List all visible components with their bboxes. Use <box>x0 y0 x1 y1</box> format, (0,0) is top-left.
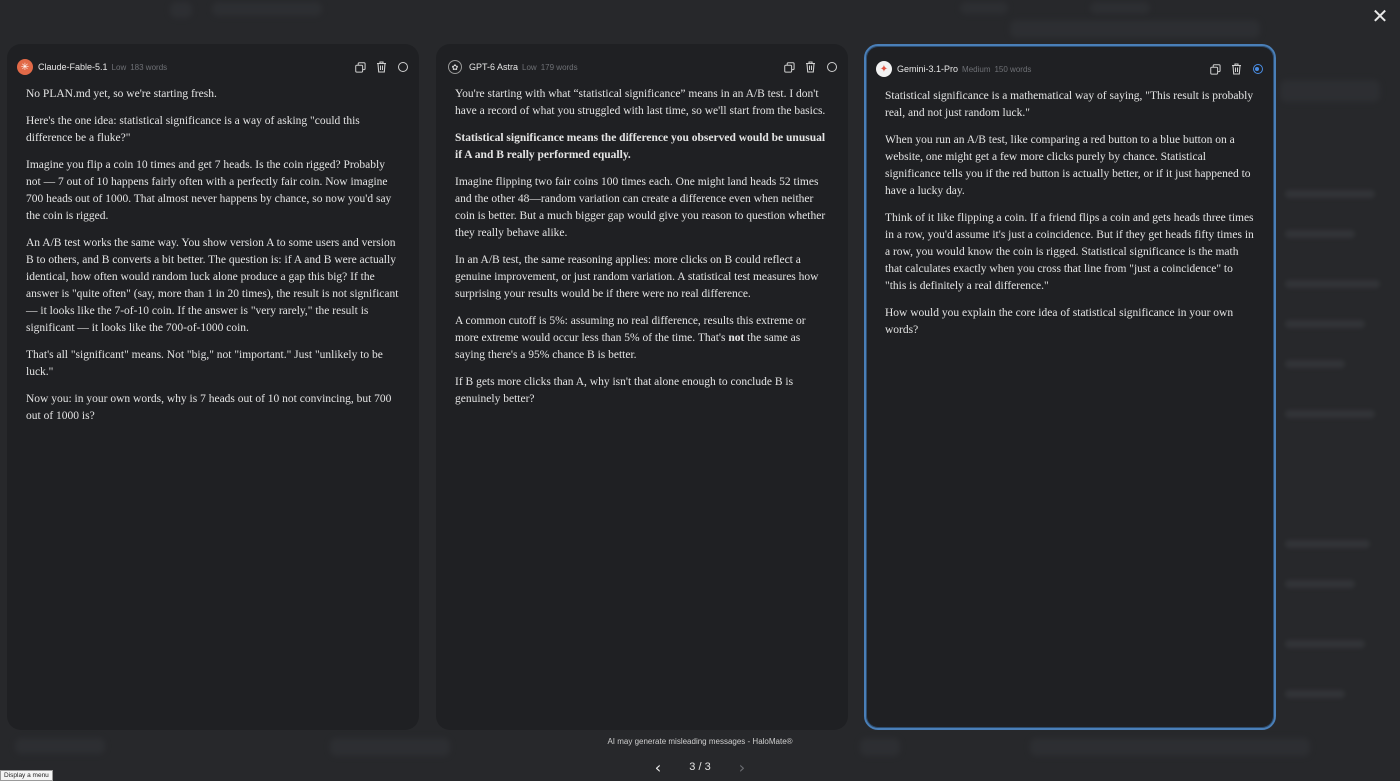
panel-header: ✿ GPT-6 Astra Low 179 words <box>446 56 838 78</box>
response-panel-claude: ✳ Claude-Fable-5.1 Low 183 words No PLAN… <box>7 44 419 730</box>
copy-icon[interactable] <box>1209 63 1222 76</box>
model-name: GPT-6 Astra <box>469 62 519 72</box>
status-tooltip: Display a menu <box>0 770 53 781</box>
next-page-button[interactable]: › <box>734 758 750 777</box>
bold-text: Statistical significance means the diffe… <box>455 132 826 161</box>
paragraph: How would you explain the core idea of s… <box>885 307 1234 336</box>
prev-page-button[interactable]: ‹ <box>650 758 666 777</box>
response-text: You're starting with what “statistical s… <box>455 86 830 418</box>
close-overlay-button[interactable]: ✕ <box>1368 4 1392 28</box>
paragraph: Imagine flipping two fair coins 100 time… <box>455 176 826 239</box>
word-count: 150 words <box>994 64 1032 74</box>
paragraph: You're starting with what “statistical s… <box>455 88 826 117</box>
gemini-logo-icon: ✦ <box>876 61 892 77</box>
response-text: No PLAN.md yet, so we're starting fresh.… <box>26 86 401 435</box>
paragraph: When you run an A/B test, like comparing… <box>885 134 1251 197</box>
model-level: Medium <box>962 64 991 74</box>
close-icon[interactable]: ✕ <box>1372 4 1389 28</box>
gpt-logo-icon: ✿ <box>448 60 462 74</box>
response-panel-gemini: ✦ Gemini-3.1-Pro Medium 150 words Statis… <box>864 44 1276 730</box>
panel-header: ✦ Gemini-3.1-Pro Medium 150 words <box>876 58 1264 80</box>
paragraph: A common cutoff is 5%: assuming no real … <box>455 313 830 364</box>
paragraph: That's all "significant" means. Not "big… <box>26 349 383 378</box>
bold-text: not <box>728 332 745 344</box>
word-count: 179 words <box>540 62 578 72</box>
paragraph: Think of it like flipping a coin. If a f… <box>885 212 1254 292</box>
model-name: Gemini-3.1-Pro <box>897 64 959 74</box>
paragraph: In an A/B test, the same reasoning appli… <box>455 254 819 300</box>
paragraph: Imagine you flip a coin 10 times and get… <box>26 159 392 222</box>
select-radio-selected[interactable] <box>1251 63 1264 76</box>
paragraph: Statistical significance is a mathematic… <box>885 90 1254 119</box>
paragraph: If B gets more clicks than A, why isn't … <box>455 376 794 405</box>
copy-icon[interactable] <box>783 61 796 74</box>
response-panel-gpt: ✿ GPT-6 Astra Low 179 words You're start… <box>436 44 848 730</box>
pager: ‹ 3 / 3 › <box>650 757 750 777</box>
paragraph: No PLAN.md yet, so we're starting fresh. <box>26 88 217 100</box>
model-level: Low <box>111 62 127 72</box>
select-radio[interactable] <box>825 61 838 74</box>
claude-logo-icon: ✳ <box>17 59 33 75</box>
response-text: Statistical significance is a mathematic… <box>885 88 1256 349</box>
paragraph: An A/B test works the same way. You show… <box>26 237 399 334</box>
trash-icon[interactable] <box>804 61 817 74</box>
trash-icon[interactable] <box>375 61 388 74</box>
panel-header: ✳ Claude-Fable-5.1 Low 183 words <box>17 56 409 78</box>
model-name: Claude-Fable-5.1 <box>38 62 108 72</box>
paragraph: Here's the one idea: statistical signifi… <box>26 115 360 144</box>
model-level: Low <box>522 62 537 72</box>
paragraph-bold: Statistical significance means the diffe… <box>455 130 830 164</box>
page-indicator: 3 / 3 <box>689 761 711 773</box>
trash-icon[interactable] <box>1230 63 1243 76</box>
ai-disclaimer: AI may generate misleading messages - Ha… <box>607 737 793 746</box>
paragraph: Now you: in your own words, why is 7 hea… <box>26 393 392 422</box>
word-count: 183 words <box>130 62 168 72</box>
select-radio[interactable] <box>396 61 409 74</box>
copy-icon[interactable] <box>354 61 367 74</box>
